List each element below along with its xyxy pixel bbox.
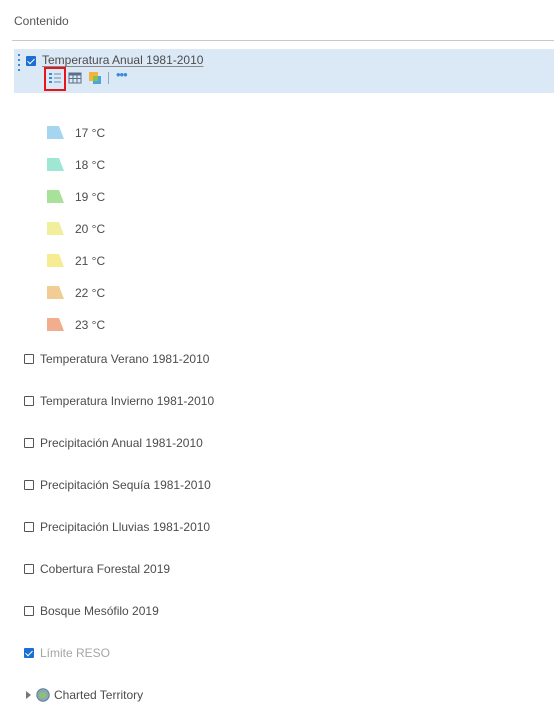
- layer-label: Charted Territory: [54, 688, 144, 702]
- legend-swatch: [47, 254, 64, 267]
- globe-icon: [36, 688, 50, 702]
- legend-label: 21 °C: [75, 254, 106, 268]
- legend-label: 23 °C: [75, 318, 106, 332]
- legend-label: 17 °C: [75, 126, 106, 140]
- tools-separator: [108, 72, 109, 84]
- legend-swatch: [47, 126, 64, 139]
- layer-checkbox[interactable]: [24, 480, 34, 490]
- layer-label: Bosque Mesófilo 2019: [40, 604, 159, 618]
- attribute-table-icon[interactable]: [68, 71, 82, 85]
- legend-label: 18 °C: [75, 158, 106, 172]
- layer-label: Precipitación Anual 1981-2010: [40, 436, 203, 450]
- layer-checkbox[interactable]: [24, 522, 34, 532]
- layer-checkbox[interactable]: [24, 396, 34, 406]
- layer-label: Temperatura Verano 1981-2010: [40, 352, 210, 366]
- layer-checkbox[interactable]: [24, 354, 34, 364]
- layer-checkbox[interactable]: [24, 564, 34, 574]
- layer-item-temperatura-anual[interactable]: Temperatura Anual 1981-2010 •••: [14, 49, 554, 93]
- highlight-box: [44, 67, 66, 91]
- legend-label: 19 °C: [75, 190, 106, 204]
- legend-swatch: [47, 222, 64, 235]
- layer-checkbox[interactable]: [24, 648, 34, 658]
- more-options-icon[interactable]: •••: [116, 67, 128, 82]
- layer-checkbox[interactable]: [24, 438, 34, 448]
- legend-swatch: [47, 318, 64, 331]
- layer-label: Límite RESO: [40, 646, 111, 660]
- change-style-icon[interactable]: [88, 71, 102, 85]
- legend-swatch: [47, 190, 64, 203]
- legend-label: 20 °C: [75, 222, 106, 236]
- layer-label: Temperatura Invierno 1981-2010: [40, 394, 215, 408]
- legend-swatch: [47, 158, 64, 171]
- expand-caret-icon[interactable]: [26, 691, 31, 699]
- title-divider: [12, 40, 554, 41]
- layer-label: Temperatura Anual 1981-2010: [42, 53, 204, 67]
- layer-label: Precipitación Sequía 1981-2010: [40, 478, 211, 492]
- layer-checkbox[interactable]: [24, 606, 34, 616]
- layer-checkbox[interactable]: [26, 56, 36, 66]
- layer-label: Precipitación Lluvias 1981-2010: [40, 520, 211, 534]
- legend-label: 22 °C: [75, 286, 106, 300]
- legend-swatch: [47, 286, 64, 299]
- layer-label: Cobertura Forestal 2019: [40, 562, 171, 576]
- panel-title: Contenido: [14, 14, 69, 28]
- drag-handle[interactable]: [18, 54, 22, 74]
